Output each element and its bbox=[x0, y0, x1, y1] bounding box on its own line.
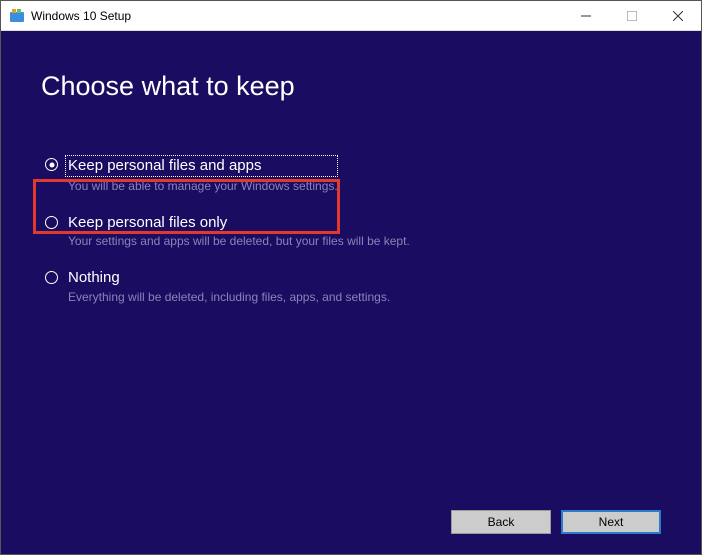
option-keep-files-apps[interactable]: Keep personal files and apps You will be… bbox=[41, 152, 661, 196]
radio-icon bbox=[45, 271, 58, 284]
option-keep-files-only[interactable]: Keep personal files only Your settings a… bbox=[41, 210, 661, 252]
radio-icon bbox=[45, 158, 58, 171]
radio-icon bbox=[45, 216, 58, 229]
next-button[interactable]: Next bbox=[561, 510, 661, 534]
back-button[interactable]: Back bbox=[451, 510, 551, 534]
minimize-button[interactable] bbox=[563, 1, 609, 30]
option-label: Nothing bbox=[68, 268, 390, 288]
option-description: Everything will be deleted, including fi… bbox=[68, 290, 390, 304]
option-text: Keep personal files and apps You will be… bbox=[68, 155, 338, 193]
setup-window: Windows 10 Setup Choose what to keep Kee… bbox=[0, 0, 702, 555]
content-area: Choose what to keep Keep personal files … bbox=[1, 31, 701, 554]
option-description: You will be able to manage your Windows … bbox=[68, 179, 338, 193]
option-nothing[interactable]: Nothing Everything will be deleted, incl… bbox=[41, 265, 661, 307]
close-button[interactable] bbox=[655, 1, 701, 30]
page-heading: Choose what to keep bbox=[41, 71, 661, 102]
option-description: Your settings and apps will be deleted, … bbox=[68, 234, 410, 248]
maximize-button bbox=[609, 1, 655, 30]
option-text: Keep personal files only Your settings a… bbox=[68, 213, 410, 249]
window-title: Windows 10 Setup bbox=[31, 9, 563, 23]
option-label: Keep personal files only bbox=[68, 213, 410, 233]
footer-buttons: Back Next bbox=[41, 500, 661, 534]
setup-icon bbox=[9, 8, 25, 24]
option-label: Keep personal files and apps bbox=[65, 155, 338, 177]
option-text: Nothing Everything will be deleted, incl… bbox=[68, 268, 390, 304]
titlebar: Windows 10 Setup bbox=[1, 1, 701, 31]
window-controls bbox=[563, 1, 701, 30]
